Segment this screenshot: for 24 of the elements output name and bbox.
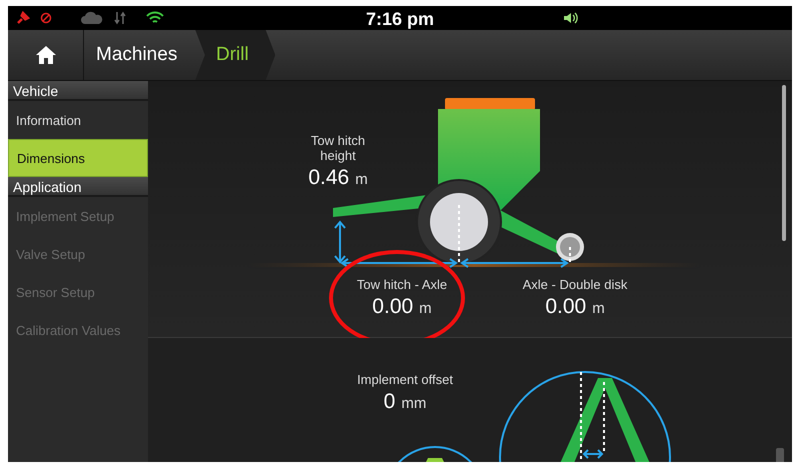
- measurement-value[interactable]: 0.00 m: [356, 295, 448, 319]
- clock-time: 7:16 pm: [366, 9, 434, 29]
- scrollbar[interactable]: [776, 448, 784, 462]
- measurement-label: Implement offset: [357, 372, 453, 387]
- cloud-icon: [80, 11, 104, 25]
- scrollbar[interactable]: [782, 85, 786, 241]
- measurement-value[interactable]: 0 mm: [357, 390, 453, 414]
- menu-item[interactable]: Dimensions: [8, 139, 148, 177]
- measurement-label: Tow hitch - Axle: [356, 277, 448, 292]
- pin-icon: [16, 11, 30, 25]
- speaker-icon: [563, 12, 579, 24]
- measurement-value[interactable]: 0.00 m: [522, 295, 628, 319]
- section-header: Vehicle: [8, 81, 148, 101]
- section-header: Application: [8, 177, 148, 197]
- home-icon: [34, 45, 56, 65]
- blocked-icon: [40, 12, 52, 24]
- breadcrumb[interactable]: Drill: [195, 30, 276, 80]
- wifi-icon: [146, 11, 164, 25]
- measurement-value[interactable]: 0.46 m: [298, 166, 378, 190]
- menu-item[interactable]: Information: [8, 101, 148, 139]
- sync-arrows-icon: [114, 11, 126, 25]
- breadcrumb[interactable]: Machines: [84, 30, 196, 80]
- measurement-label: Axle - Double disk: [522, 277, 628, 292]
- measurement-label: Tow hitch height: [310, 133, 366, 163]
